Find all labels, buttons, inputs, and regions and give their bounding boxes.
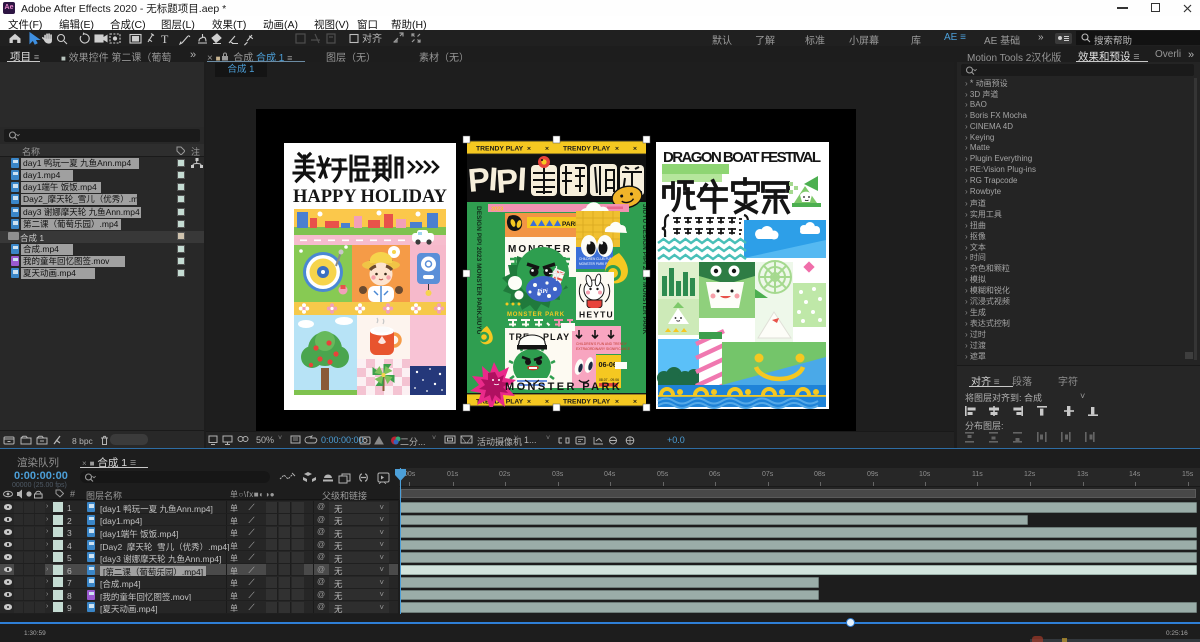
svg-text:8 bpc: 8 bpc (72, 436, 94, 446)
svg-text:对齐: 对齐 (362, 32, 382, 45)
svg-text:T: T (161, 32, 169, 46)
svg-text:HAPPY HOLIDAY: HAPPY HOLIDAY (293, 187, 448, 207)
svg-text:DRAGON BOAT FESTIVAL: DRAGON BOAT FESTIVAL (663, 149, 821, 166)
